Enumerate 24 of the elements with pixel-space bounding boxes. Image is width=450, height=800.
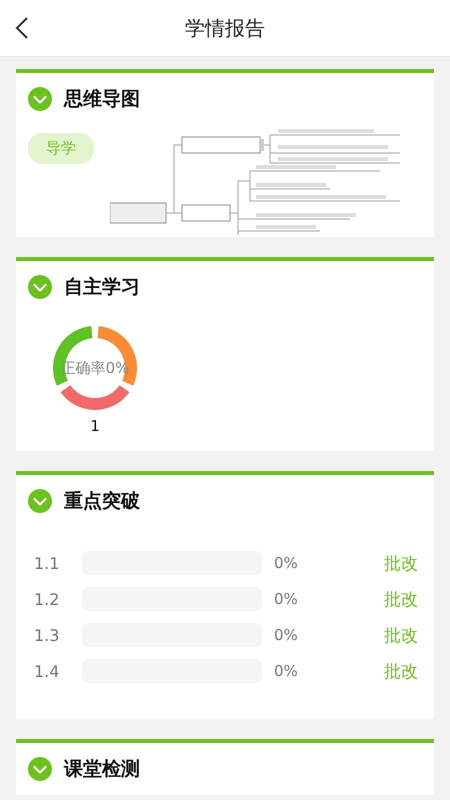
chart-caption: 1 [90, 417, 100, 435]
check-circle-icon [28, 489, 52, 513]
item-number: 1.1 [34, 554, 60, 572]
item-number: 1.2 [34, 590, 60, 608]
tag-label: 导学 [28, 133, 94, 164]
check-circle-icon [28, 757, 52, 781]
check-circle-icon [28, 87, 52, 111]
section-title: 课堂检测 [64, 757, 140, 782]
progress-reading: 0% [274, 662, 299, 680]
grade-link[interactable]: 批改 [384, 552, 418, 574]
check-circle-icon [28, 275, 52, 299]
progress-reading: 0% [274, 590, 299, 608]
page-title: 学情报告 [185, 14, 265, 42]
back-icon [15, 16, 29, 40]
grade-link[interactable]: 批改 [384, 660, 418, 682]
progress-reading: 0% [274, 626, 299, 644]
section-title: 自主学习 [64, 275, 140, 300]
item-number: 1.3 [34, 626, 60, 644]
section-title: 思维导图 [64, 87, 140, 112]
section-title: 重点突破 [64, 489, 140, 514]
grade-link[interactable]: 批改 [384, 624, 418, 646]
progress-reading: 0% [274, 554, 299, 572]
item-number: 1.4 [34, 662, 60, 680]
grade-link[interactable]: 批改 [384, 588, 418, 610]
